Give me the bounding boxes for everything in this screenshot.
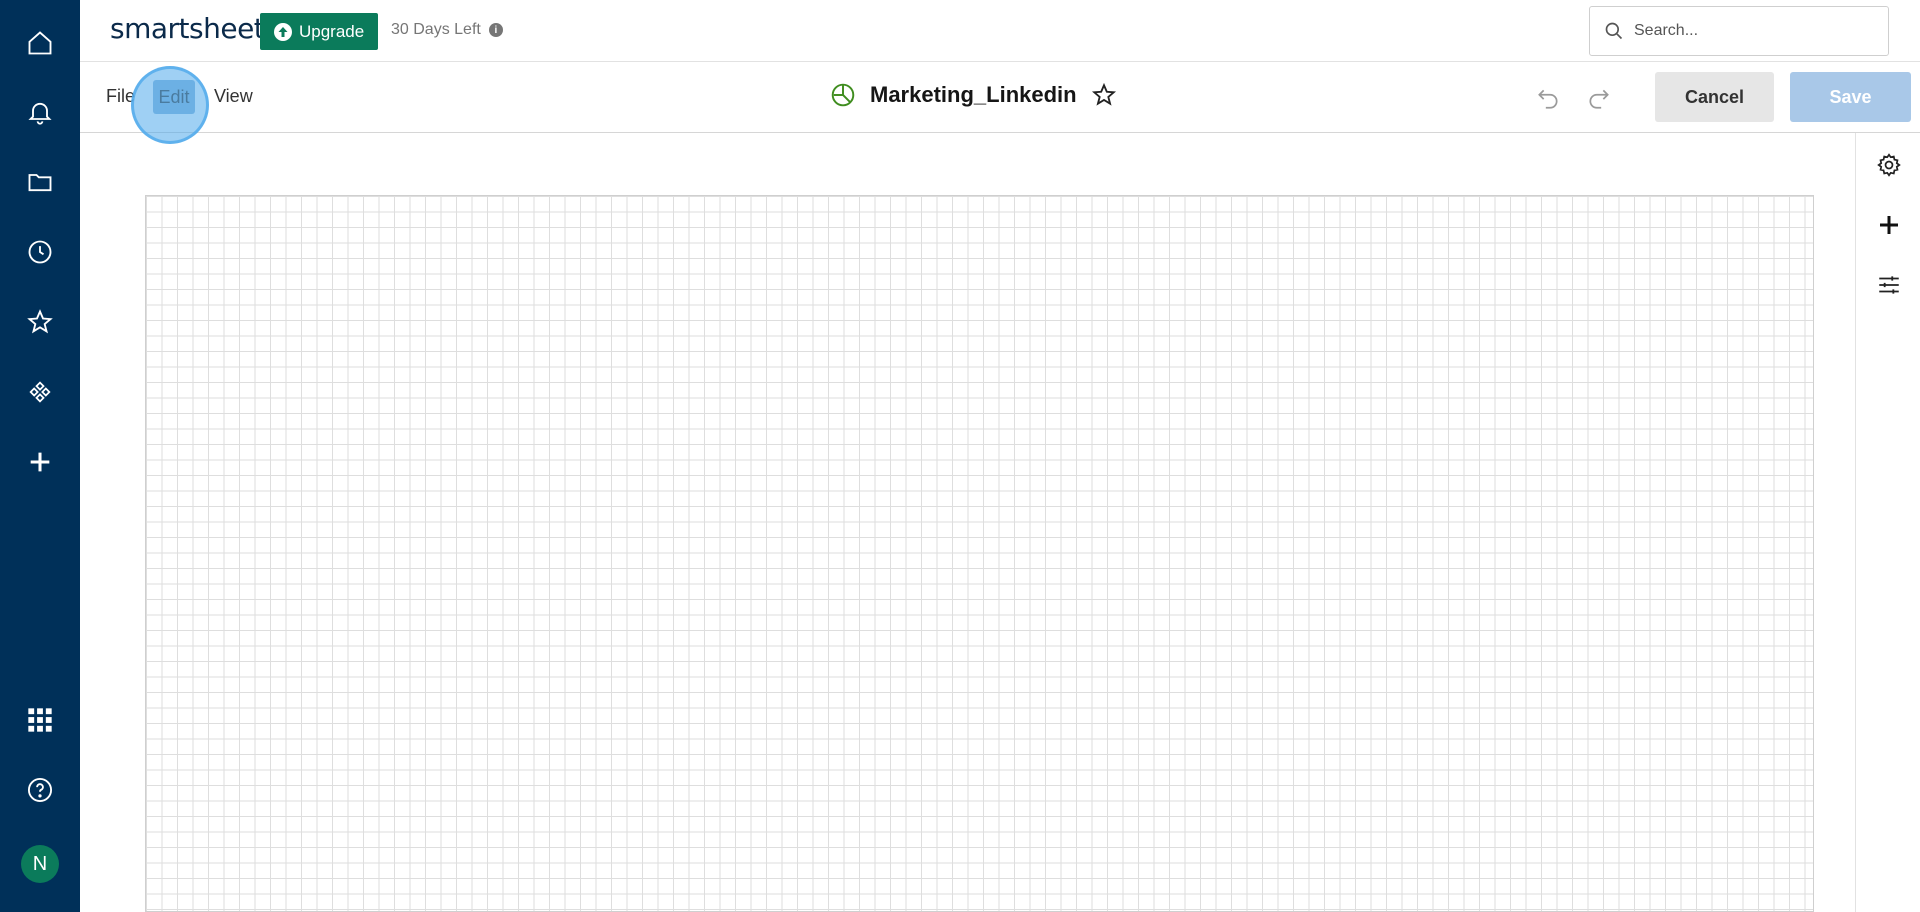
redo-button[interactable] — [1583, 82, 1615, 114]
dashboard-icon — [831, 83, 855, 107]
apps-button[interactable] — [20, 700, 60, 740]
undo-button[interactable] — [1532, 82, 1564, 114]
info-icon[interactable]: i — [488, 23, 503, 37]
solutions-icon — [29, 381, 51, 403]
dashboard-toolbar: File Edit View Marketing_Linkedin Cancel… — [80, 62, 1920, 133]
browse-button[interactable] — [20, 162, 60, 202]
search-icon — [1605, 22, 1623, 40]
avatar-initial: N — [32, 852, 48, 875]
upgrade-button[interactable]: Upgrade — [260, 13, 378, 50]
dashboard-canvas-area — [80, 133, 1855, 912]
sliders-icon — [1879, 276, 1899, 294]
home-icon — [28, 31, 52, 55]
help-icon — [27, 777, 53, 803]
menu-view[interactable]: View — [214, 86, 253, 107]
gear-icon — [1877, 153, 1901, 177]
trial-status: 30 Days Left i — [391, 21, 503, 39]
dashboard-grid-canvas[interactable] — [145, 195, 1814, 912]
menu-file[interactable]: File — [106, 86, 135, 107]
add-widget-button[interactable] — [1873, 209, 1905, 241]
recents-button[interactable] — [20, 232, 60, 272]
upgrade-label: Upgrade — [299, 21, 365, 41]
favorite-star-icon[interactable] — [1091, 82, 1117, 108]
create-button[interactable] — [20, 442, 60, 482]
cancel-button[interactable]: Cancel — [1655, 72, 1774, 122]
apps-grid-icon — [28, 708, 52, 732]
top-header: smartsheet Upgrade 30 Days Left i — [80, 0, 1920, 62]
star-icon — [27, 309, 53, 334]
undo-icon — [1538, 89, 1558, 109]
search-box[interactable] — [1589, 6, 1889, 56]
days-left-text: 30 Days Left — [391, 21, 481, 38]
home-button[interactable] — [20, 23, 60, 63]
avatar[interactable]: N — [21, 845, 59, 883]
add-widget-icon — [1880, 216, 1898, 234]
dashboard-title-group: Marketing_Linkedin — [830, 82, 1117, 108]
clock-icon — [28, 240, 52, 264]
help-button[interactable] — [20, 770, 60, 810]
right-tool-panel — [1855, 133, 1920, 912]
left-nav-rail: N — [0, 0, 80, 912]
solution-center-button[interactable] — [20, 372, 60, 412]
redo-icon — [1589, 89, 1609, 109]
save-button[interactable]: Save — [1790, 72, 1911, 122]
menu-edit[interactable]: Edit — [153, 80, 195, 114]
bell-icon — [28, 102, 52, 125]
plus-icon — [30, 452, 50, 472]
favorites-button[interactable] — [20, 302, 60, 342]
notifications-button[interactable] — [20, 92, 60, 132]
smartsheet-logo[interactable]: smartsheet — [110, 12, 265, 45]
arrow-up-icon — [274, 22, 292, 41]
page-title: Marketing_Linkedin — [870, 82, 1077, 107]
settings-button[interactable] — [1873, 149, 1905, 181]
folder-icon — [28, 174, 52, 192]
search-input[interactable] — [1634, 22, 1864, 40]
filters-button[interactable] — [1873, 269, 1905, 301]
